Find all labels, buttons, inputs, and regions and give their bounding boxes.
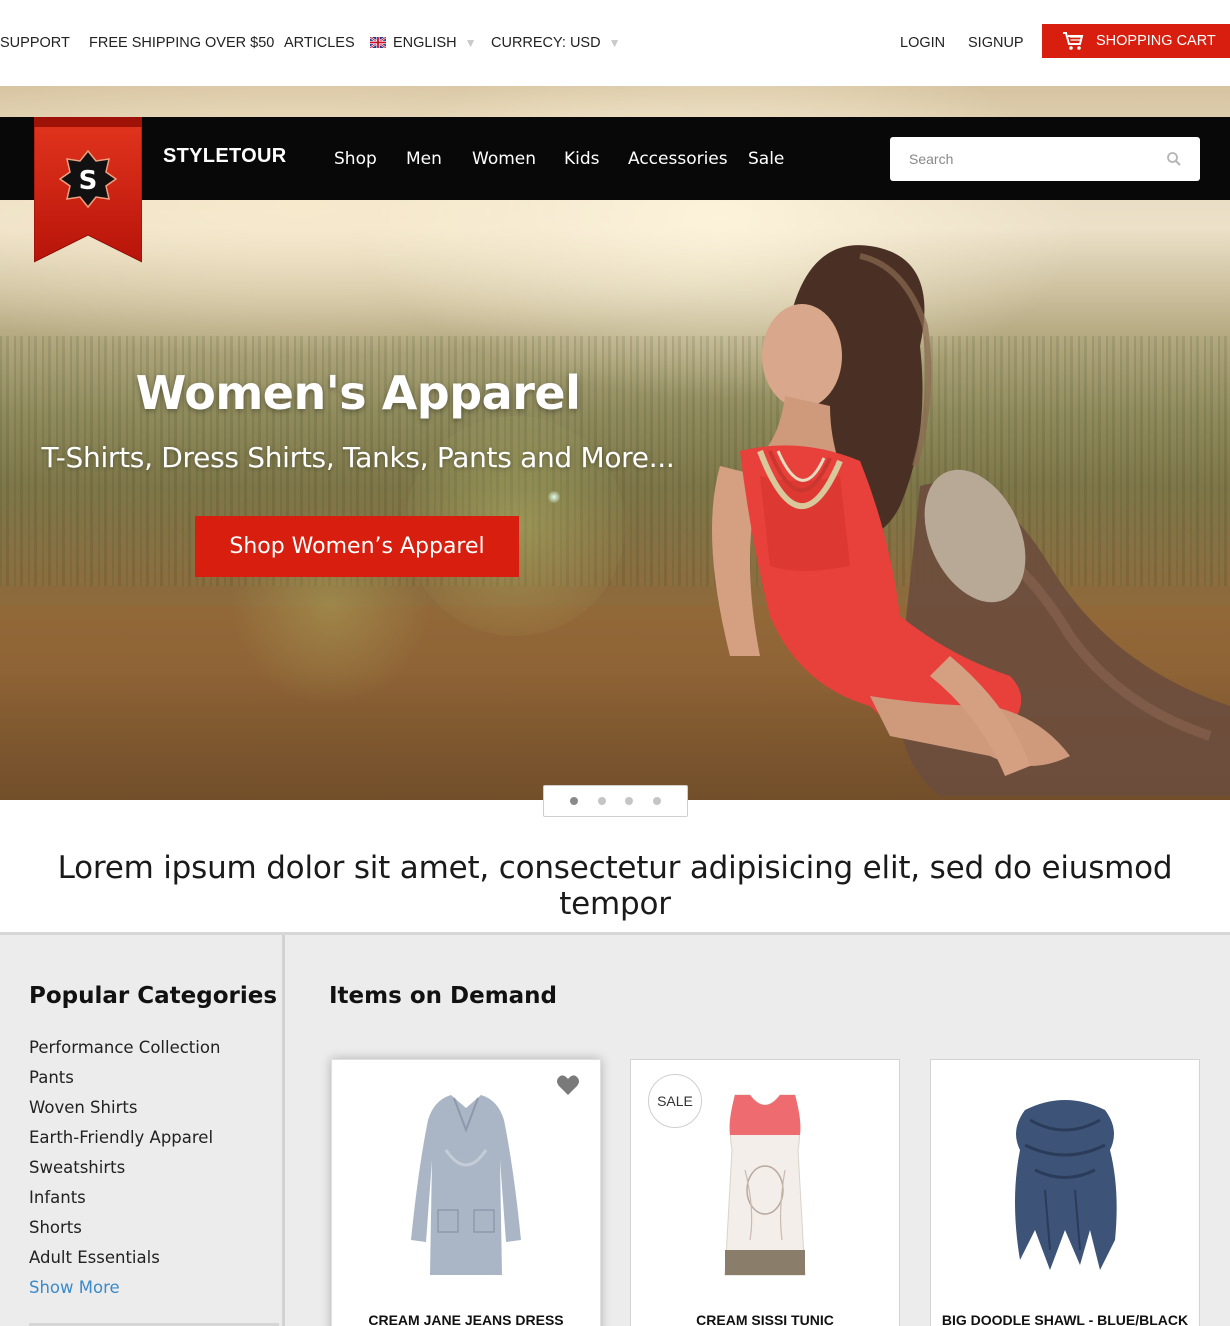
nav-accessories[interactable]: Accessories [628,149,728,169]
nav-women[interactable]: Women [472,149,536,169]
shopping-cart-button[interactable]: SHOPPING CART [1042,24,1230,58]
product-name[interactable]: CREAM SISSI TUNIC [631,1312,899,1326]
category-item[interactable]: Sweatshirts [29,1158,220,1188]
articles-link[interactable]: ARTICLES [284,35,355,51]
hero-title: Women's Apparel [135,366,581,420]
slide-dot-1[interactable] [569,797,578,805]
nav-sale[interactable]: Sale [748,149,784,169]
product-name[interactable]: CREAM JANE JEANS DRESS [332,1312,600,1326]
lens-flare [548,491,560,503]
product-name[interactable]: BIG DOODLE SHAWL - BLUE/BLACK [931,1312,1199,1326]
category-item[interactable]: Adult Essentials [29,1248,220,1278]
free-shipping-link[interactable]: FREE SHIPPING OVER $50 [89,35,274,51]
categories-sidebar: Popular Categories Performance Collectio… [0,935,285,1326]
sale-badge: SALE [648,1074,702,1128]
category-item[interactable]: Pants [29,1068,220,1098]
brand-name[interactable]: STYLETOUR [163,145,286,168]
show-more-link[interactable]: Show More [29,1278,220,1308]
category-item[interactable]: Earth-Friendly Apparel [29,1128,220,1158]
product-image-dress [411,1095,521,1275]
currency-selector[interactable]: CURRECY: USD ▼ [491,35,620,51]
shop-womens-apparel-button[interactable]: Shop Women’s Apparel [195,516,519,577]
product-card[interactable]: CREAM JANE JEANS DRESS [331,1059,601,1326]
slider-pagination [543,785,688,817]
main-navbar: STYLETOUR Shop Men Women Kids Accessorie… [0,117,1230,200]
logo-letter: S [79,166,98,196]
slide-dot-3[interactable] [625,797,634,805]
uk-flag-icon [370,37,386,48]
product-card[interactable]: BIG DOODLE SHAWL - BLUE/BLACK [930,1059,1200,1326]
signup-link[interactable]: SIGNUP [968,35,1024,51]
nav-kids[interactable]: Kids [564,149,600,169]
items-on-demand-heading: Items on Demand [329,983,558,1009]
nav-shop[interactable]: Shop [334,149,377,169]
language-selector[interactable]: ENGLISH ▼ [370,35,477,51]
cart-icon [1063,32,1084,50]
login-link[interactable]: LOGIN [900,35,945,51]
category-item[interactable]: Infants [29,1188,220,1218]
hero-subtitle: T-Shirts, Dress Shirts, Tanks, Pants and… [41,441,675,474]
popular-categories-heading: Popular Categories [29,983,278,1009]
support-link[interactable]: SUPPORT [0,35,70,51]
language-label: ENGLISH [393,35,457,51]
cart-label: SHOPPING CART [1096,33,1216,49]
nav-men[interactable]: Men [406,149,442,169]
product-image-shawl [1015,1100,1117,1270]
search-box [890,137,1200,181]
category-list: Performance Collection Pants Woven Shirt… [29,1038,220,1308]
category-item[interactable]: Performance Collection [29,1038,220,1068]
slide-dot-4[interactable] [653,797,662,805]
hero-model-image [712,245,1230,796]
content-section: Popular Categories Performance Collectio… [0,932,1230,1326]
styletour-logo[interactable]: S [34,117,142,267]
search-icon[interactable] [1166,151,1182,167]
tagline: Lorem ipsum dolor sit amet, consectetur … [57,850,1173,922]
chevron-down-icon: ▼ [464,36,477,50]
slide-dot-2[interactable] [597,797,606,805]
heart-icon[interactable] [556,1074,580,1096]
top-utility-bar: SUPPORT FREE SHIPPING OVER $50 ARTICLES … [0,0,1230,86]
product-image-tunic [724,1094,806,1276]
category-item[interactable]: Shorts [29,1218,220,1248]
product-card[interactable]: SALE CREAM SISSI TUNIC [630,1059,900,1326]
category-item[interactable]: Woven Shirts [29,1098,220,1128]
chevron-down-icon: ▼ [608,36,621,50]
search-input[interactable] [890,137,1150,181]
currency-label: CURRECY: USD [491,35,601,51]
